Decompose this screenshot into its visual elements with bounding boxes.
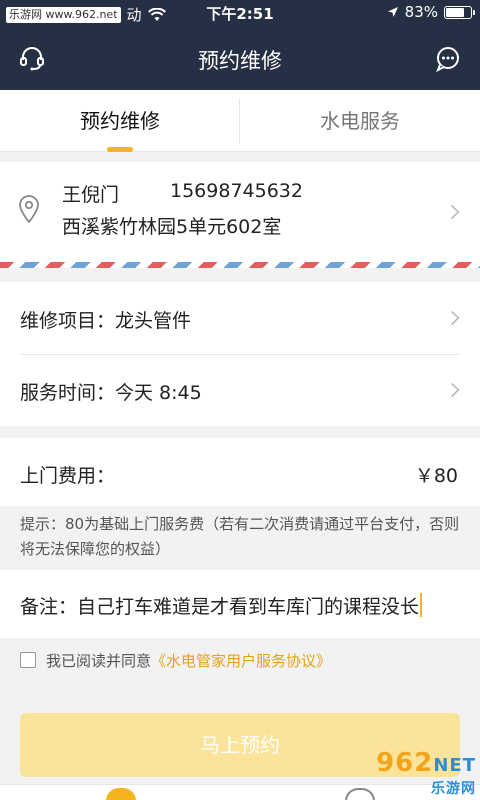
service-time-label: 服务时间：今天 8:45 [20,382,202,404]
tab-utility-service[interactable]: 水电服务 [240,90,480,152]
envelope-stripe [0,262,480,268]
chevron-right-icon [450,204,460,220]
service-time-row[interactable]: 服务时间：今天 8:45 [0,354,480,426]
agreement-prefix: 我已阅读并同意 [46,651,152,670]
page-title: 预约维修 [198,49,282,73]
remark-input-value[interactable]: 自己打车难道是才看到车库门的课程没长 [77,596,419,618]
chevron-right-icon [450,382,460,398]
agreement-link[interactable]: 《水电管家用户服务协议》 [151,650,331,671]
watermark-logo: 962NET 乐游网 [376,748,476,797]
repair-item-row[interactable]: 维修项目：龙头管件 [0,282,480,354]
nav-bar: 预约维修 [0,26,480,90]
fee-tip: 提示：80为基础上门服务费（若有二次消费请通过平台支付，否则将无法保障您的权益） [20,515,460,558]
text-caret [420,593,423,617]
chat-bubble-icon[interactable] [434,44,462,72]
tab-repair-booking[interactable]: 预约维修 [0,90,240,152]
address-card[interactable]: 王倪门 15698745632 西溪紫竹林园5单元602室 [0,162,480,262]
service-options-card: 维修项目：龙头管件 服务时间：今天 8:45 [0,282,480,426]
agreement-row: 我已阅读并同意 《水电管家用户服务协议》 [20,650,331,670]
contact-phone: 15698745632 [170,180,303,202]
fee-label: 上门费用： [20,465,116,487]
fee-value: ￥80 [414,465,458,487]
profile-tab-icon[interactable] [345,788,375,800]
tab-bar: 预约维修 水电服务 [0,90,480,152]
active-tab-indicator [107,147,133,152]
battery-icon [444,5,475,19]
location-pin-icon [19,195,39,223]
contact-name: 王倪门 [62,184,120,206]
remark-label: 备注： [20,596,78,618]
chevron-right-icon [450,310,460,326]
tab-divider [239,98,240,144]
status-bar: 乐游网 www.962.net 动 下午2:51 83% [0,0,480,26]
battery-percent: 83% [404,3,438,21]
home-tab-icon[interactable] [106,788,136,800]
remark-field[interactable]: 备注：自己打车难道是才看到车库门的课程没长 [0,570,480,638]
contact-address: 西溪紫竹林园5单元602室 [62,216,282,238]
agreement-checkbox[interactable] [20,652,36,668]
location-arrow-icon [387,7,398,17]
repair-item-label: 维修项目：龙头管件 [20,310,192,332]
